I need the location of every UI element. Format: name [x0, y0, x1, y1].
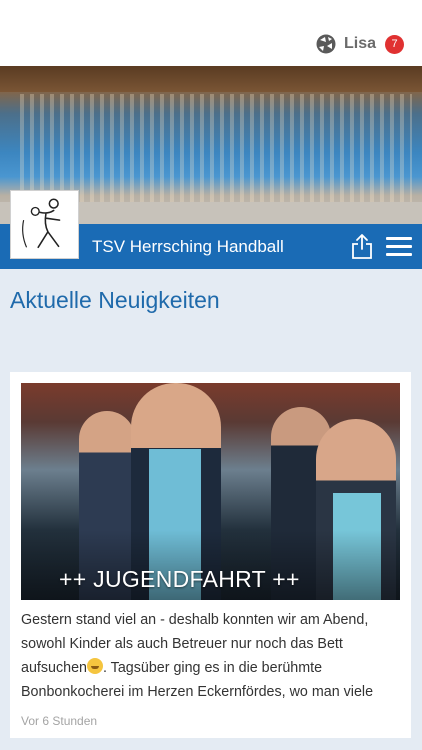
news-timestamp: Vor 6 Stunden [21, 714, 98, 728]
hall-ceiling [0, 66, 422, 92]
hamburger-menu-icon[interactable] [386, 237, 412, 257]
club-logo[interactable] [10, 190, 79, 259]
menu-line [386, 237, 412, 240]
soccer-ball-icon [316, 34, 336, 54]
news-card[interactable]: ++ JUGENDFAHRT ++ Gestern stand viel an … [10, 372, 411, 738]
news-headline: ++ JUGENDFAHRT ++ [59, 566, 300, 592]
user-profile[interactable]: Lisa 7 [316, 32, 404, 56]
notification-badge[interactable]: 7 [385, 34, 404, 54]
user-name: Lisa [343, 35, 376, 52]
sleeping-face-icon [86, 658, 103, 674]
team-crowd [20, 94, 412, 204]
news-excerpt: Gestern stand viel an - deshalb konnten … [21, 608, 403, 704]
share-icon[interactable] [351, 233, 373, 259]
news-photo[interactable]: ++ JUGENDFAHRT ++ [21, 383, 400, 600]
menu-line [386, 245, 412, 248]
section-title: Aktuelle Neuigkeiten [10, 287, 220, 313]
menu-line [386, 253, 412, 256]
top-bar: Lisa 7 [0, 0, 422, 66]
club-name: TSV Herrsching Handball [92, 237, 284, 256]
handball-player-logo [22, 198, 61, 249]
